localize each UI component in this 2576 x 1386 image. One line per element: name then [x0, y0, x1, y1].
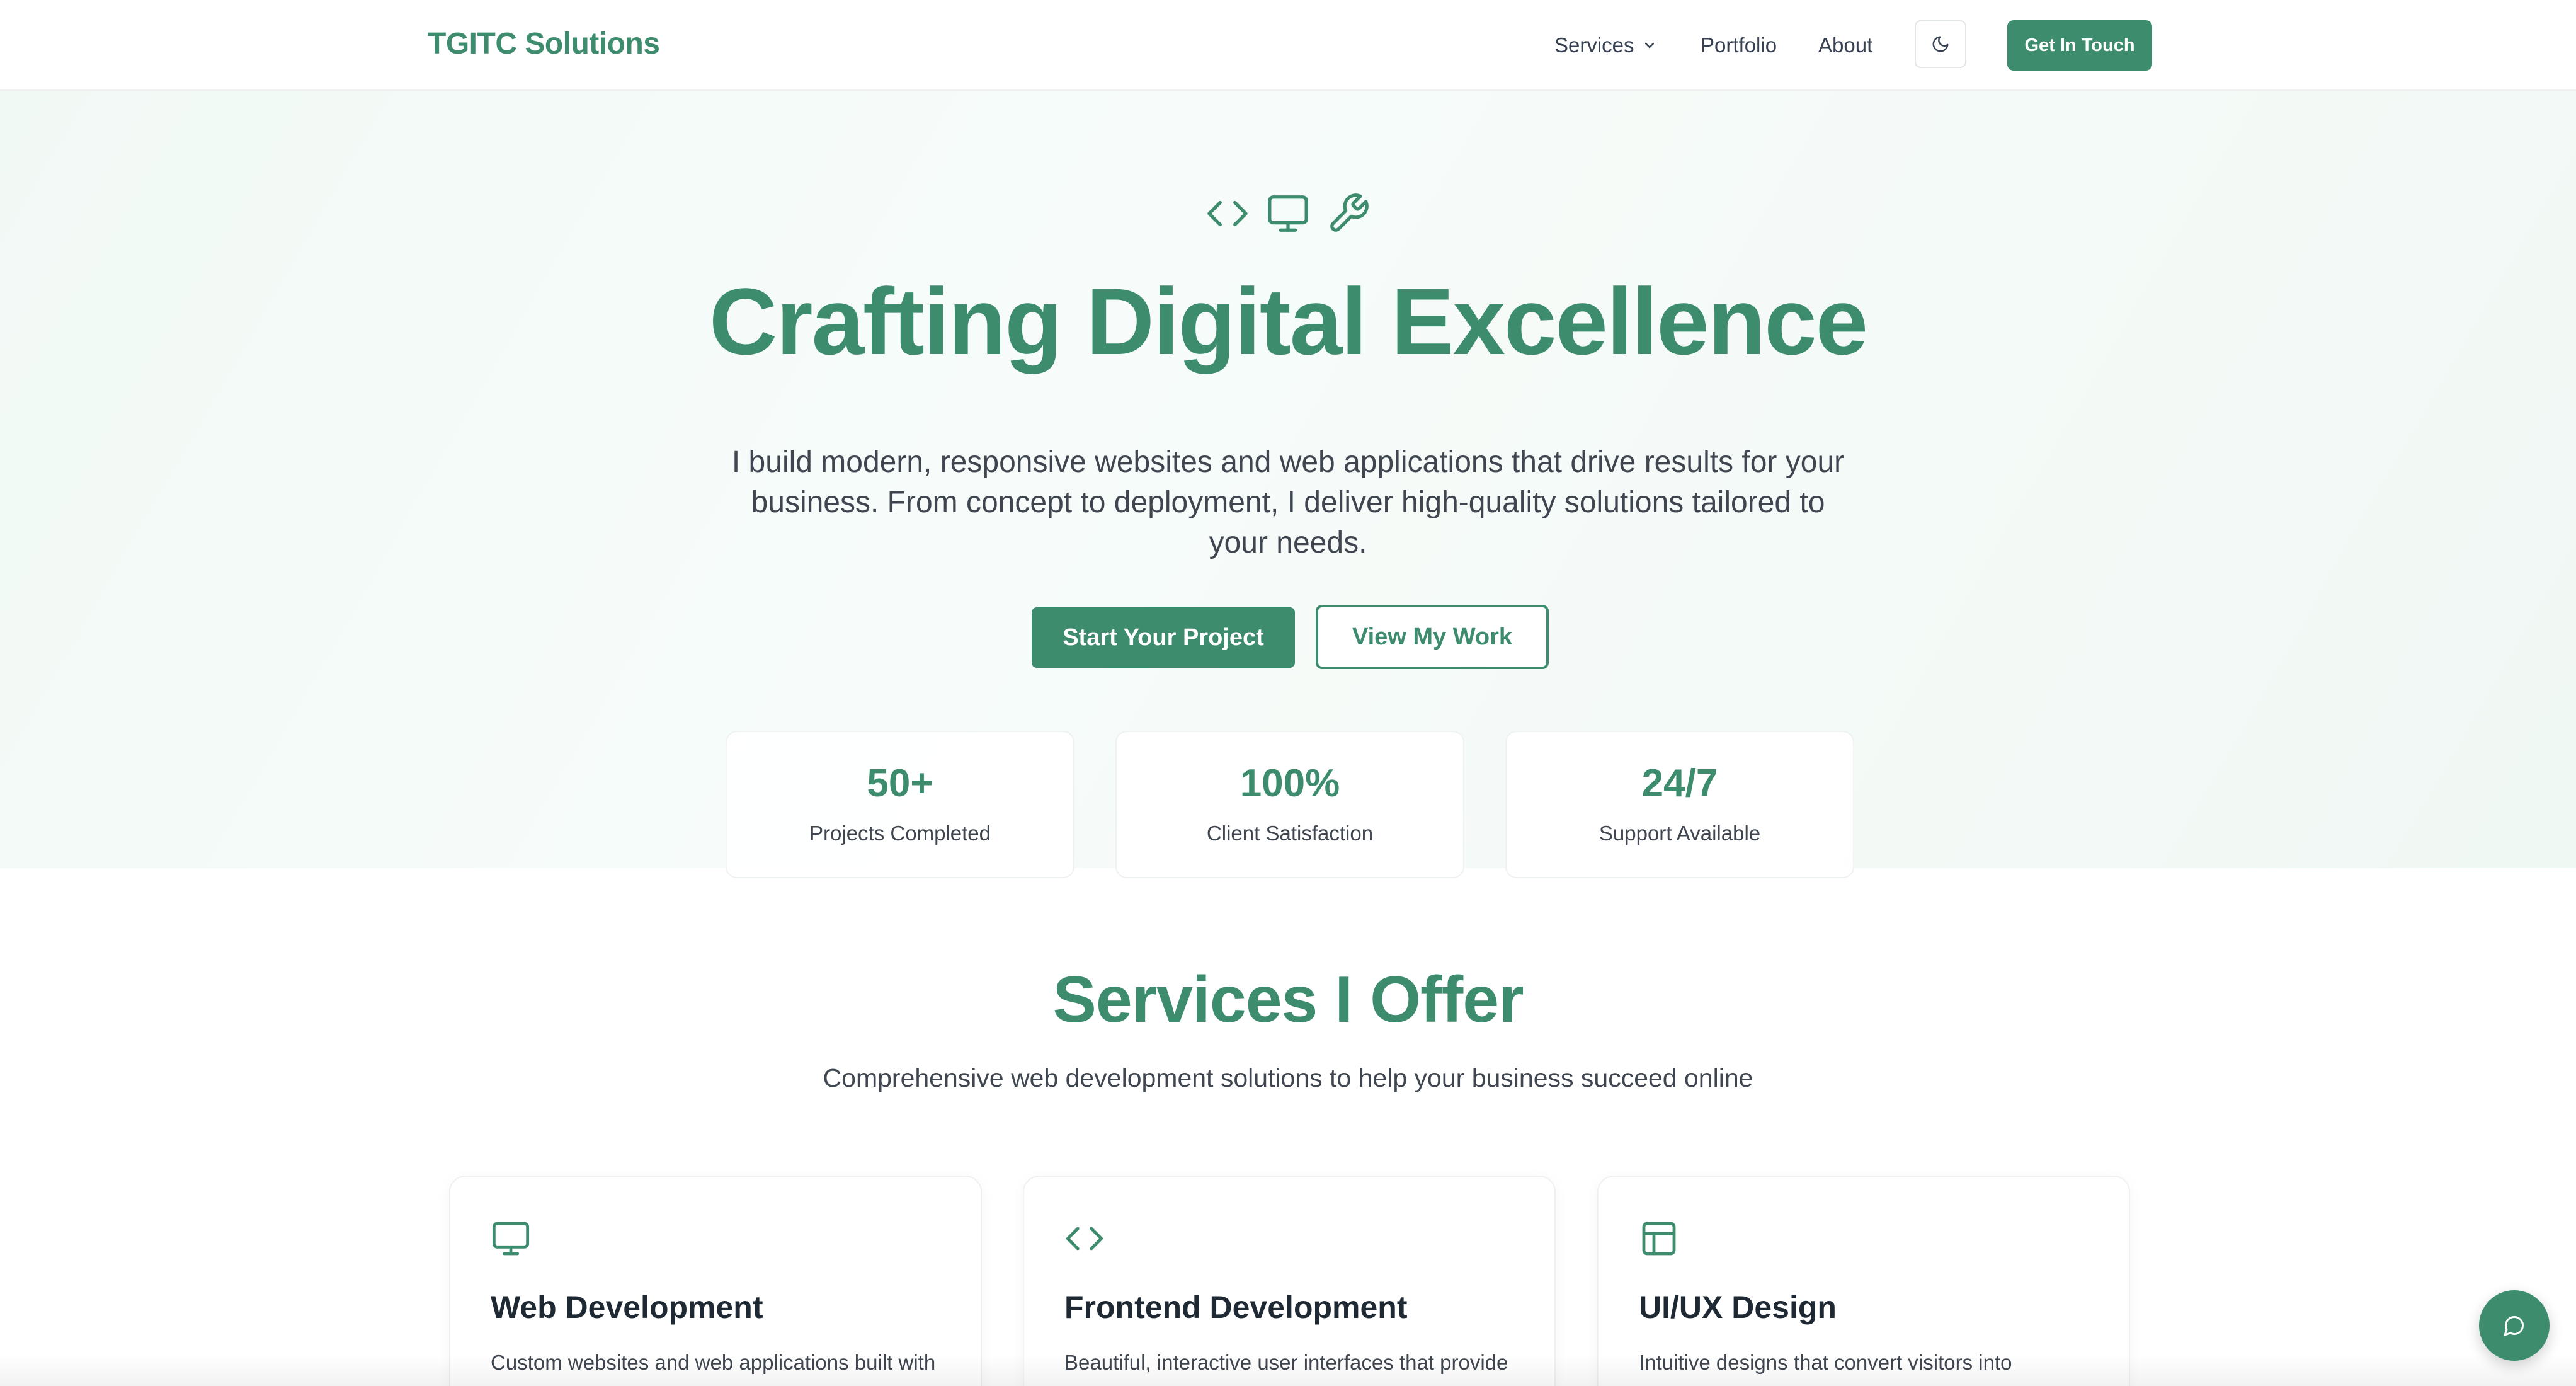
moon-icon: [1932, 36, 1949, 52]
service-card-title: Frontend Development: [1064, 1290, 1408, 1325]
hero-section: Crafting Digital Excellence I build mode…: [0, 91, 2576, 878]
get-in-touch-button[interactable]: Get In Touch: [2007, 20, 2152, 71]
service-card-ui-ux-design[interactable]: UI/UX Design Intuitive designs that conv…: [1597, 1176, 2130, 1386]
hero-title: Crafting Digital Excellence: [709, 268, 1868, 374]
start-project-button[interactable]: Start Your Project: [1032, 607, 1295, 668]
service-card-description: Custom websites and web applications bui…: [491, 1351, 936, 1374]
stat-card: 24/7 Support Available: [1505, 731, 1854, 878]
stat-value: 50+: [867, 762, 933, 805]
layout-icon: [1642, 1222, 1676, 1256]
services-subtitle: Comprehensive web development solutions …: [823, 1063, 1753, 1092]
stat-value: 24/7: [1641, 762, 1718, 805]
service-card-title: UI/UX Design: [1639, 1290, 1837, 1325]
service-card-description: Beautiful, interactive user interfaces t…: [1064, 1351, 1508, 1374]
code-icon: [1207, 200, 1248, 227]
brand-logo[interactable]: TGITC Solutions: [428, 26, 660, 61]
view-work-button[interactable]: View My Work: [1316, 605, 1549, 669]
nav-about-link[interactable]: About: [1818, 33, 1872, 57]
stat-value: 100%: [1240, 762, 1340, 805]
code-icon: [1066, 1227, 1103, 1251]
stat-label: Support Available: [1599, 822, 1761, 845]
monitor-icon: [1268, 195, 1308, 232]
monitor-icon: [492, 1222, 530, 1256]
top-navbar: TGITC Solutions Services Portfolio About…: [0, 0, 2576, 91]
chat-button[interactable]: [2479, 1290, 2550, 1361]
service-card-description: Intuitive designs that convert visitors …: [1639, 1351, 2012, 1374]
chevron-down-icon: [1644, 42, 1654, 49]
chat-bubble-icon: [2504, 1315, 2524, 1336]
nav-services-label: Services: [1554, 33, 1634, 57]
hero-description: I build modern, responsive websites and …: [731, 445, 1845, 559]
service-card-title: Web Development: [491, 1290, 763, 1325]
service-card-frontend-development[interactable]: Frontend Development Beautiful, interact…: [1023, 1176, 1556, 1386]
nav-portfolio-link[interactable]: Portfolio: [1701, 33, 1777, 57]
service-card-web-development[interactable]: Web Development Custom websites and web …: [449, 1176, 982, 1386]
theme-toggle-button[interactable]: [1915, 20, 1966, 68]
stat-card: 50+ Projects Completed: [726, 731, 1074, 878]
wrench-icon: [1330, 193, 1369, 232]
stat-label: Client Satisfaction: [1206, 822, 1374, 845]
stat-card: 100% Client Satisfaction: [1115, 731, 1464, 878]
stat-label: Projects Completed: [809, 822, 991, 845]
nav-services-dropdown[interactable]: Services: [1554, 33, 1657, 57]
services-title: Services I Offer: [1052, 963, 1524, 1036]
